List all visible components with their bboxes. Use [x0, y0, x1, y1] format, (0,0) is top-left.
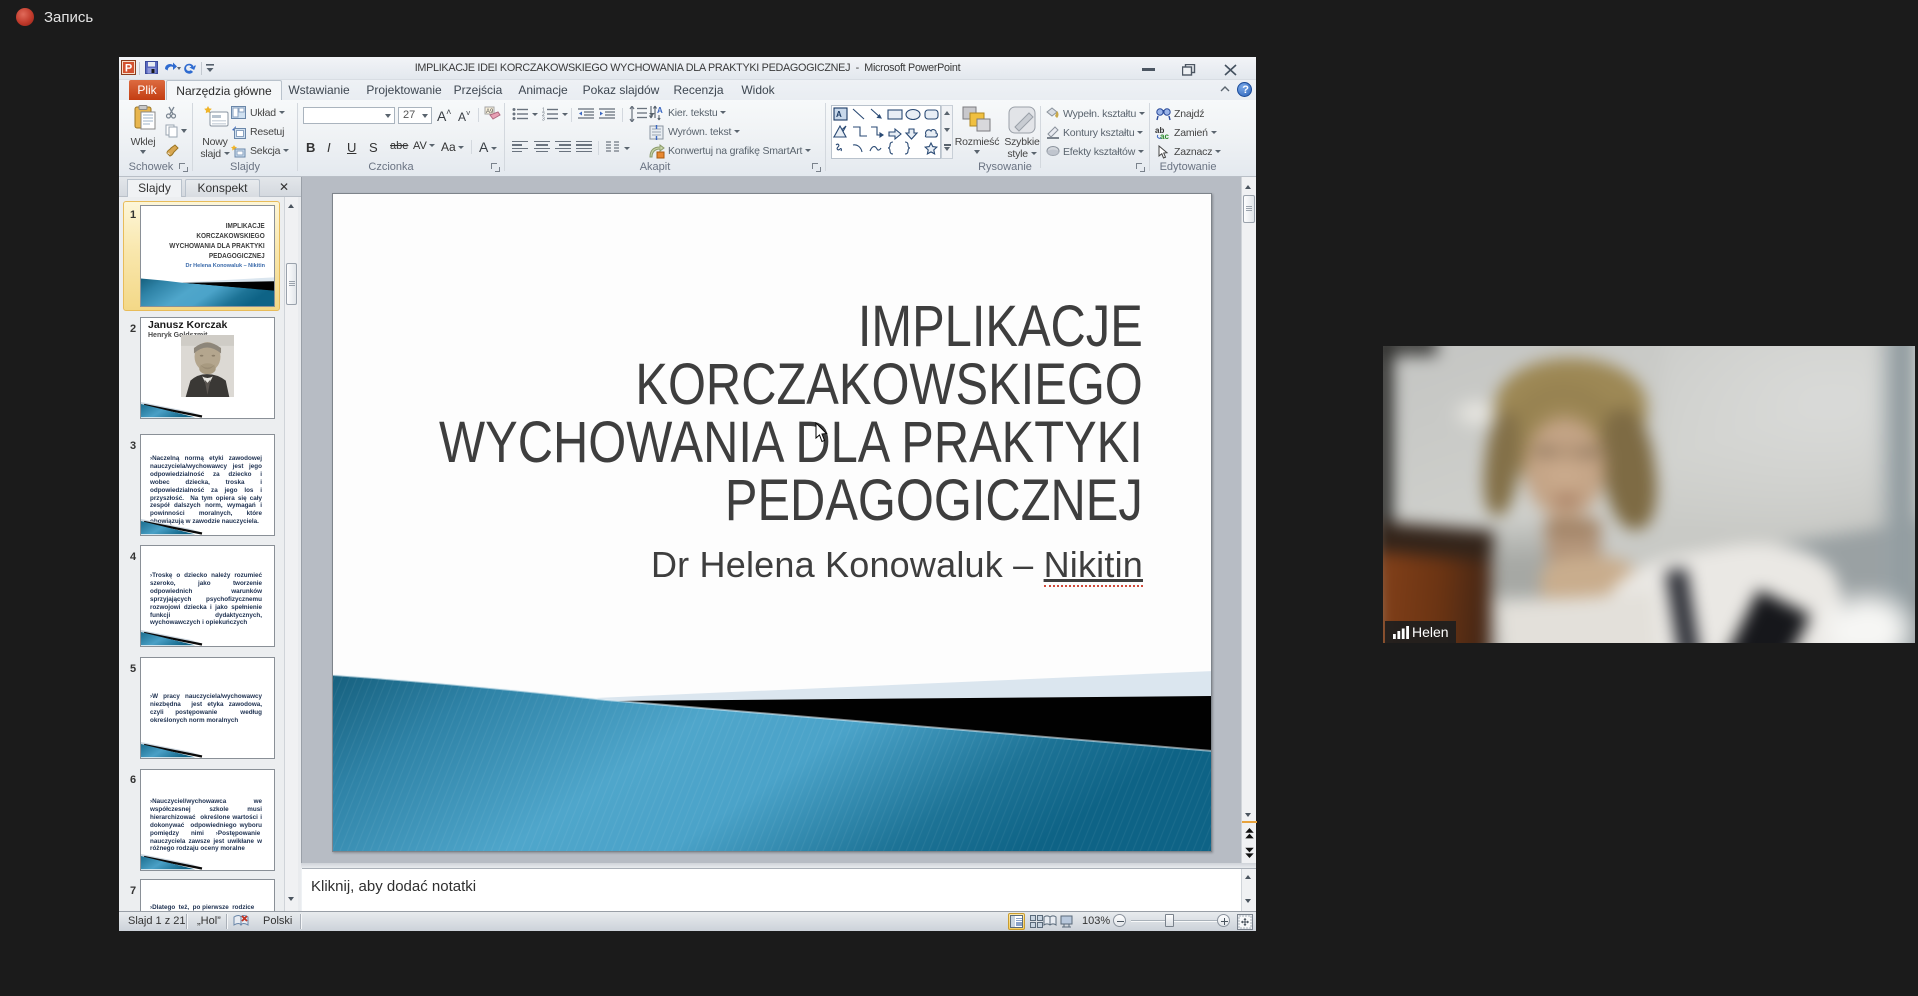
svg-text:3: 3: [542, 117, 545, 122]
svg-text:ac: ac: [1160, 132, 1169, 140]
svg-text:A: A: [836, 110, 842, 119]
svg-text:A: A: [657, 106, 663, 115]
